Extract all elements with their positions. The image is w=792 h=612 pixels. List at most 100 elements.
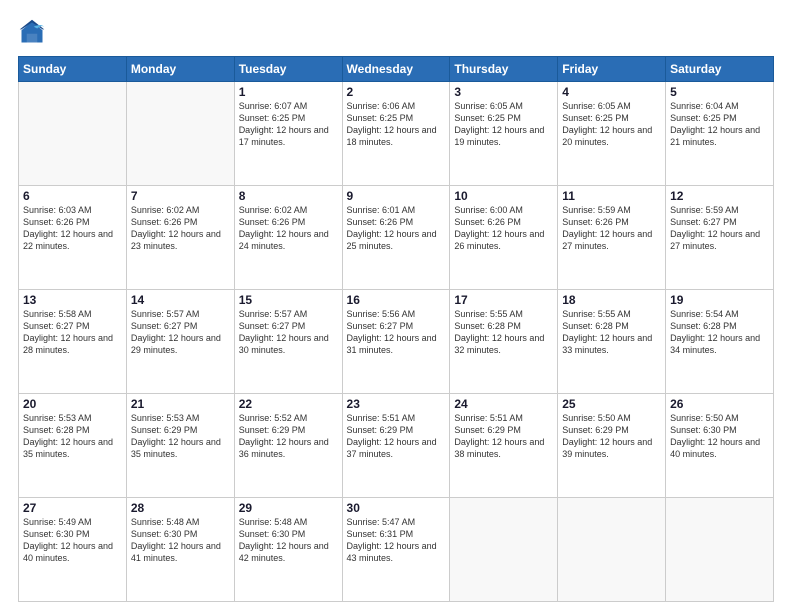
- day-number: 4: [562, 85, 661, 99]
- day-number: 28: [131, 501, 230, 515]
- calendar-cell: 27Sunrise: 5:49 AM Sunset: 6:30 PM Dayli…: [19, 498, 127, 602]
- calendar-cell: 21Sunrise: 5:53 AM Sunset: 6:29 PM Dayli…: [126, 394, 234, 498]
- calendar-cell: [19, 82, 127, 186]
- day-number: 8: [239, 189, 338, 203]
- week-row-3: 13Sunrise: 5:58 AM Sunset: 6:27 PM Dayli…: [19, 290, 774, 394]
- calendar-cell: 11Sunrise: 5:59 AM Sunset: 6:26 PM Dayli…: [558, 186, 666, 290]
- day-number: 19: [670, 293, 769, 307]
- calendar-cell: 10Sunrise: 6:00 AM Sunset: 6:26 PM Dayli…: [450, 186, 558, 290]
- calendar-cell: 6Sunrise: 6:03 AM Sunset: 6:26 PM Daylig…: [19, 186, 127, 290]
- day-number: 20: [23, 397, 122, 411]
- day-info: Sunrise: 5:56 AM Sunset: 6:27 PM Dayligh…: [347, 308, 446, 357]
- calendar-cell: 16Sunrise: 5:56 AM Sunset: 6:27 PM Dayli…: [342, 290, 450, 394]
- week-row-2: 6Sunrise: 6:03 AM Sunset: 6:26 PM Daylig…: [19, 186, 774, 290]
- day-number: 10: [454, 189, 553, 203]
- day-info: Sunrise: 5:57 AM Sunset: 6:27 PM Dayligh…: [131, 308, 230, 357]
- day-info: Sunrise: 6:00 AM Sunset: 6:26 PM Dayligh…: [454, 204, 553, 253]
- day-info: Sunrise: 5:55 AM Sunset: 6:28 PM Dayligh…: [562, 308, 661, 357]
- weekday-header-tuesday: Tuesday: [234, 57, 342, 82]
- day-info: Sunrise: 5:49 AM Sunset: 6:30 PM Dayligh…: [23, 516, 122, 565]
- calendar-cell: 9Sunrise: 6:01 AM Sunset: 6:26 PM Daylig…: [342, 186, 450, 290]
- calendar-cell: 22Sunrise: 5:52 AM Sunset: 6:29 PM Dayli…: [234, 394, 342, 498]
- weekday-header-row: SundayMondayTuesdayWednesdayThursdayFrid…: [19, 57, 774, 82]
- day-number: 16: [347, 293, 446, 307]
- day-number: 2: [347, 85, 446, 99]
- day-number: 1: [239, 85, 338, 99]
- day-number: 30: [347, 501, 446, 515]
- logo-icon: [18, 18, 46, 46]
- day-number: 13: [23, 293, 122, 307]
- day-info: Sunrise: 6:02 AM Sunset: 6:26 PM Dayligh…: [239, 204, 338, 253]
- calendar-cell: 3Sunrise: 6:05 AM Sunset: 6:25 PM Daylig…: [450, 82, 558, 186]
- day-info: Sunrise: 5:59 AM Sunset: 6:26 PM Dayligh…: [562, 204, 661, 253]
- calendar-cell: 1Sunrise: 6:07 AM Sunset: 6:25 PM Daylig…: [234, 82, 342, 186]
- day-info: Sunrise: 5:51 AM Sunset: 6:29 PM Dayligh…: [347, 412, 446, 461]
- day-info: Sunrise: 5:47 AM Sunset: 6:31 PM Dayligh…: [347, 516, 446, 565]
- day-info: Sunrise: 5:48 AM Sunset: 6:30 PM Dayligh…: [131, 516, 230, 565]
- day-number: 23: [347, 397, 446, 411]
- calendar-cell: 20Sunrise: 5:53 AM Sunset: 6:28 PM Dayli…: [19, 394, 127, 498]
- weekday-header-monday: Monday: [126, 57, 234, 82]
- day-info: Sunrise: 6:06 AM Sunset: 6:25 PM Dayligh…: [347, 100, 446, 149]
- day-number: 22: [239, 397, 338, 411]
- day-number: 14: [131, 293, 230, 307]
- day-number: 27: [23, 501, 122, 515]
- weekday-header-wednesday: Wednesday: [342, 57, 450, 82]
- day-info: Sunrise: 6:01 AM Sunset: 6:26 PM Dayligh…: [347, 204, 446, 253]
- calendar-cell: [558, 498, 666, 602]
- week-row-1: 1Sunrise: 6:07 AM Sunset: 6:25 PM Daylig…: [19, 82, 774, 186]
- calendar-cell: 24Sunrise: 5:51 AM Sunset: 6:29 PM Dayli…: [450, 394, 558, 498]
- day-info: Sunrise: 5:55 AM Sunset: 6:28 PM Dayligh…: [454, 308, 553, 357]
- calendar-cell: 18Sunrise: 5:55 AM Sunset: 6:28 PM Dayli…: [558, 290, 666, 394]
- day-info: Sunrise: 5:52 AM Sunset: 6:29 PM Dayligh…: [239, 412, 338, 461]
- day-number: 11: [562, 189, 661, 203]
- day-info: Sunrise: 6:03 AM Sunset: 6:26 PM Dayligh…: [23, 204, 122, 253]
- day-info: Sunrise: 5:50 AM Sunset: 6:29 PM Dayligh…: [562, 412, 661, 461]
- calendar-cell: [126, 82, 234, 186]
- calendar-cell: [666, 498, 774, 602]
- day-number: 18: [562, 293, 661, 307]
- calendar-cell: 2Sunrise: 6:06 AM Sunset: 6:25 PM Daylig…: [342, 82, 450, 186]
- day-info: Sunrise: 5:53 AM Sunset: 6:28 PM Dayligh…: [23, 412, 122, 461]
- day-number: 29: [239, 501, 338, 515]
- calendar-cell: 15Sunrise: 5:57 AM Sunset: 6:27 PM Dayli…: [234, 290, 342, 394]
- logo: [18, 18, 50, 46]
- day-info: Sunrise: 6:07 AM Sunset: 6:25 PM Dayligh…: [239, 100, 338, 149]
- calendar-cell: 12Sunrise: 5:59 AM Sunset: 6:27 PM Dayli…: [666, 186, 774, 290]
- weekday-header-sunday: Sunday: [19, 57, 127, 82]
- day-info: Sunrise: 5:54 AM Sunset: 6:28 PM Dayligh…: [670, 308, 769, 357]
- calendar-cell: 23Sunrise: 5:51 AM Sunset: 6:29 PM Dayli…: [342, 394, 450, 498]
- calendar-cell: 14Sunrise: 5:57 AM Sunset: 6:27 PM Dayli…: [126, 290, 234, 394]
- day-number: 25: [562, 397, 661, 411]
- day-number: 6: [23, 189, 122, 203]
- day-number: 15: [239, 293, 338, 307]
- day-number: 24: [454, 397, 553, 411]
- weekday-header-saturday: Saturday: [666, 57, 774, 82]
- day-info: Sunrise: 6:05 AM Sunset: 6:25 PM Dayligh…: [454, 100, 553, 149]
- calendar-cell: 13Sunrise: 5:58 AM Sunset: 6:27 PM Dayli…: [19, 290, 127, 394]
- day-info: Sunrise: 5:57 AM Sunset: 6:27 PM Dayligh…: [239, 308, 338, 357]
- week-row-5: 27Sunrise: 5:49 AM Sunset: 6:30 PM Dayli…: [19, 498, 774, 602]
- calendar-cell: 26Sunrise: 5:50 AM Sunset: 6:30 PM Dayli…: [666, 394, 774, 498]
- day-info: Sunrise: 5:58 AM Sunset: 6:27 PM Dayligh…: [23, 308, 122, 357]
- day-info: Sunrise: 5:53 AM Sunset: 6:29 PM Dayligh…: [131, 412, 230, 461]
- day-info: Sunrise: 6:02 AM Sunset: 6:26 PM Dayligh…: [131, 204, 230, 253]
- calendar-cell: 28Sunrise: 5:48 AM Sunset: 6:30 PM Dayli…: [126, 498, 234, 602]
- calendar-table: SundayMondayTuesdayWednesdayThursdayFrid…: [18, 56, 774, 602]
- weekday-header-thursday: Thursday: [450, 57, 558, 82]
- calendar-cell: 17Sunrise: 5:55 AM Sunset: 6:28 PM Dayli…: [450, 290, 558, 394]
- day-info: Sunrise: 5:50 AM Sunset: 6:30 PM Dayligh…: [670, 412, 769, 461]
- day-info: Sunrise: 6:05 AM Sunset: 6:25 PM Dayligh…: [562, 100, 661, 149]
- day-number: 9: [347, 189, 446, 203]
- day-number: 7: [131, 189, 230, 203]
- calendar-cell: 19Sunrise: 5:54 AM Sunset: 6:28 PM Dayli…: [666, 290, 774, 394]
- day-info: Sunrise: 6:04 AM Sunset: 6:25 PM Dayligh…: [670, 100, 769, 149]
- day-number: 21: [131, 397, 230, 411]
- day-number: 26: [670, 397, 769, 411]
- week-row-4: 20Sunrise: 5:53 AM Sunset: 6:28 PM Dayli…: [19, 394, 774, 498]
- calendar-cell: 4Sunrise: 6:05 AM Sunset: 6:25 PM Daylig…: [558, 82, 666, 186]
- calendar-cell: 7Sunrise: 6:02 AM Sunset: 6:26 PM Daylig…: [126, 186, 234, 290]
- weekday-header-friday: Friday: [558, 57, 666, 82]
- day-info: Sunrise: 5:48 AM Sunset: 6:30 PM Dayligh…: [239, 516, 338, 565]
- day-number: 17: [454, 293, 553, 307]
